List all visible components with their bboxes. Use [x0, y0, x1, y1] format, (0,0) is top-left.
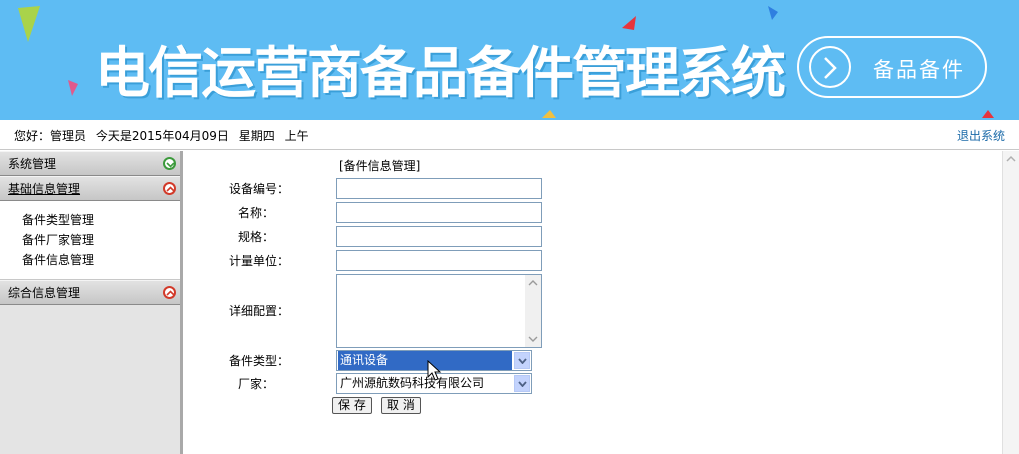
section-label: 系统管理 [8, 157, 57, 171]
spec-input[interactable] [336, 226, 542, 247]
spec-label: 规格： [237, 230, 274, 244]
detail-label: 详细配置： [228, 304, 289, 318]
system-title: 电信运营商备品备件管理系统 [95, 41, 786, 105]
confetti-decoration [768, 6, 778, 20]
sidebar-section-basic-info[interactable]: 基础信息管理 [0, 176, 180, 201]
weekday-text: 星期四 [238, 129, 275, 143]
sidebar-item-spare-vendor[interactable]: 备件厂家管理 [22, 230, 180, 250]
form-title: [备件信息管理] [339, 159, 421, 173]
section-label: 基础信息管理 [8, 182, 81, 196]
cancel-button[interactable]: 取 消 [381, 397, 421, 414]
name-label: 名称： [237, 206, 274, 220]
collapse-up-icon [163, 182, 176, 195]
save-button[interactable]: 保 存 [332, 397, 372, 414]
unit-label: 计量单位： [228, 254, 289, 268]
name-input[interactable] [336, 202, 542, 223]
chevron-down-icon[interactable] [514, 375, 530, 392]
header-banner: 电信运营商备品备件管理系统 备品备件 [0, 0, 1019, 120]
sidebar-item-spare-type[interactable]: 备件类型管理 [22, 210, 180, 230]
info-bar: 您好：管理员 今天是2015年04月09日 星期四 上午 退出系统 [0, 120, 1019, 150]
page-scrollbar[interactable] [1002, 151, 1019, 454]
sidebar-section-comprehensive[interactable]: 综合信息管理 [0, 280, 180, 305]
greeting-text: 您好：管理员 [14, 129, 87, 143]
mouse-cursor-icon [427, 360, 442, 381]
period-text: 上午 [284, 129, 309, 143]
unit-input[interactable] [336, 250, 542, 271]
scroll-up-icon[interactable] [528, 279, 538, 287]
vendor-selected-value: 广州源航数码科技有限公司 [340, 376, 485, 390]
type-label: 备件类型： [228, 354, 289, 368]
scroll-down-icon[interactable] [528, 335, 538, 343]
basic-info-submenu: 备件类型管理 备件厂家管理 备件信息管理 [0, 201, 180, 280]
confetti-decoration [18, 6, 40, 42]
date-text: 今天是2015年04月09日 [95, 129, 229, 143]
logout-link[interactable]: 退出系统 [957, 127, 1005, 144]
chevron-right-icon [809, 46, 851, 88]
sidebar: 系统管理 基础信息管理 备件类型管理 备件厂家管理 备件信息管理 综合信息管理 [0, 151, 183, 454]
sidebar-section-system[interactable]: 系统管理 [0, 151, 180, 176]
vendor-label: 厂家： [237, 377, 274, 391]
type-selected-value: 通讯设备 [338, 351, 512, 370]
badge-label: 备品备件 [873, 58, 965, 82]
chevron-down-icon[interactable] [514, 352, 530, 369]
scroll-up-icon[interactable] [1005, 154, 1017, 164]
user-greeting: 您好：管理员 今天是2015年04月09日 星期四 上午 [14, 127, 315, 144]
textarea-scrollbar[interactable] [525, 275, 541, 347]
device-no-input[interactable] [336, 178, 542, 199]
detail-textarea[interactable] [336, 274, 542, 348]
confetti-decoration [982, 110, 994, 118]
confetti-decoration [68, 80, 78, 96]
device-no-label: 设备编号： [228, 182, 289, 196]
sidebar-item-spare-info[interactable]: 备件信息管理 [22, 250, 180, 270]
confetti-decoration [542, 110, 556, 118]
expand-down-icon [163, 157, 176, 170]
section-label: 综合信息管理 [8, 286, 81, 300]
spare-parts-badge[interactable]: 备品备件 [797, 36, 987, 98]
collapse-up-icon [163, 286, 176, 299]
main-panel: [备件信息管理] 设备编号： 名称： 规格： 计量单位： 详细配置： 备件类型：… [186, 151, 1019, 454]
